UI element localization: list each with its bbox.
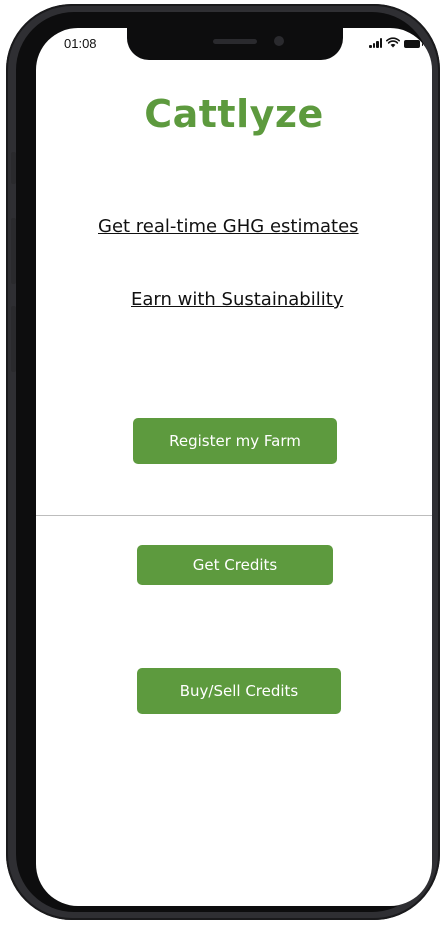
- cellular-signal-icon: [369, 38, 382, 48]
- speaker-grille: [213, 39, 257, 44]
- sustainability-link[interactable]: Earn with Sustainability: [131, 289, 343, 310]
- phone-frame: 01:08 Cattlyze Get real-time GHG estimat…: [6, 4, 440, 920]
- divider: [36, 515, 432, 516]
- battery-icon: [404, 40, 423, 48]
- notch: [127, 28, 343, 60]
- get-credits-button[interactable]: Get Credits: [137, 545, 333, 585]
- status-time: 01:08: [64, 36, 97, 51]
- status-icons: [369, 37, 423, 48]
- phone-screen: 01:08 Cattlyze Get real-time GHG estimat…: [36, 28, 432, 906]
- wifi-icon: [386, 37, 400, 48]
- ghg-estimates-link[interactable]: Get real-time GHG estimates: [98, 216, 359, 237]
- buy-sell-credits-button[interactable]: Buy/Sell Credits: [137, 668, 341, 714]
- app-title: Cattlyze: [144, 92, 324, 136]
- front-camera: [274, 36, 284, 46]
- register-farm-button[interactable]: Register my Farm: [133, 418, 337, 464]
